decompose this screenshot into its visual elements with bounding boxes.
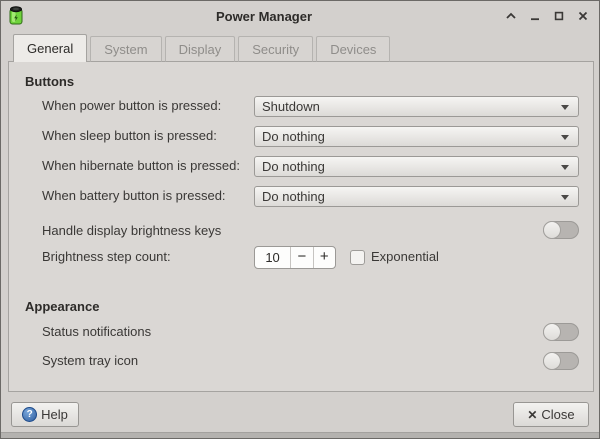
toggle-brightness-keys[interactable] bbox=[543, 221, 579, 239]
label-power-button: When power button is pressed: bbox=[42, 96, 221, 116]
toggle-knob bbox=[543, 352, 561, 370]
label-hibernate-button: When hibernate button is pressed: bbox=[42, 156, 240, 176]
tab-security[interactable]: Security bbox=[238, 36, 313, 62]
dropdown-sleep-button[interactable]: Do nothing bbox=[254, 126, 579, 147]
window-controls bbox=[504, 10, 589, 23]
dropdown-battery-button-value: Do nothing bbox=[262, 189, 325, 204]
help-question-icon: ? bbox=[22, 407, 37, 422]
spin-minus-button[interactable]: − bbox=[290, 247, 312, 268]
label-brightness-keys: Handle display brightness keys bbox=[42, 221, 221, 241]
label-battery-button: When battery button is pressed: bbox=[42, 186, 226, 206]
chevron-down-icon bbox=[561, 195, 569, 200]
section-heading-appearance: Appearance bbox=[25, 299, 99, 315]
toggle-status-notifications[interactable] bbox=[543, 323, 579, 341]
section-heading-buttons: Buttons bbox=[25, 74, 74, 90]
chevron-down-icon bbox=[561, 135, 569, 140]
window-resize-edge bbox=[1, 432, 599, 438]
help-button[interactable]: ? Help bbox=[11, 402, 79, 427]
chevron-down-icon bbox=[561, 105, 569, 110]
minimize-icon[interactable] bbox=[528, 10, 541, 23]
label-status-notifications: Status notifications bbox=[42, 322, 151, 342]
toggle-knob bbox=[543, 323, 561, 341]
label-system-tray-icon: System tray icon bbox=[42, 351, 138, 371]
power-manager-window: Power Manager Buttons When power button … bbox=[0, 0, 600, 439]
tab-display[interactable]: Display bbox=[165, 36, 236, 62]
tab-general[interactable]: General bbox=[13, 34, 87, 62]
close-x-icon: ✕ bbox=[527, 408, 537, 422]
tab-system[interactable]: System bbox=[90, 36, 161, 62]
chevron-down-icon bbox=[561, 165, 569, 170]
dropdown-power-button[interactable]: Shutdown bbox=[254, 96, 579, 117]
close-button-label: Close bbox=[541, 407, 574, 422]
spin-plus-button[interactable]: + bbox=[313, 247, 335, 268]
toggle-system-tray-icon[interactable] bbox=[543, 352, 579, 370]
maximize-icon[interactable] bbox=[552, 10, 565, 23]
label-exponential: Exponential bbox=[371, 247, 439, 267]
help-button-label: Help bbox=[41, 407, 68, 422]
exponential-checkbox[interactable] bbox=[350, 250, 365, 265]
close-button[interactable]: ✕ Close bbox=[513, 402, 589, 427]
dropdown-sleep-button-value: Do nothing bbox=[262, 129, 325, 144]
dropdown-hibernate-button-value: Do nothing bbox=[262, 159, 325, 174]
brightness-step-spinner: 10 − + bbox=[254, 246, 336, 269]
shade-window-icon[interactable] bbox=[504, 10, 517, 23]
dropdown-hibernate-button[interactable]: Do nothing bbox=[254, 156, 579, 177]
tabbar: General System Display Security Devices bbox=[13, 34, 390, 62]
window-title: Power Manager bbox=[24, 9, 504, 24]
dropdown-power-button-value: Shutdown bbox=[262, 99, 320, 114]
tab-page-general: Buttons When power button is pressed: Sh… bbox=[8, 61, 594, 392]
label-brightness-step: Brightness step count: bbox=[42, 247, 171, 267]
toggle-knob bbox=[543, 221, 561, 239]
battery-app-icon bbox=[8, 5, 24, 27]
tab-devices[interactable]: Devices bbox=[316, 36, 390, 62]
titlebar[interactable]: Power Manager bbox=[1, 1, 599, 31]
dropdown-battery-button[interactable]: Do nothing bbox=[254, 186, 579, 207]
spin-value-field[interactable]: 10 bbox=[255, 247, 290, 268]
label-sleep-button: When sleep button is pressed: bbox=[42, 126, 217, 146]
close-window-icon[interactable] bbox=[576, 10, 589, 23]
